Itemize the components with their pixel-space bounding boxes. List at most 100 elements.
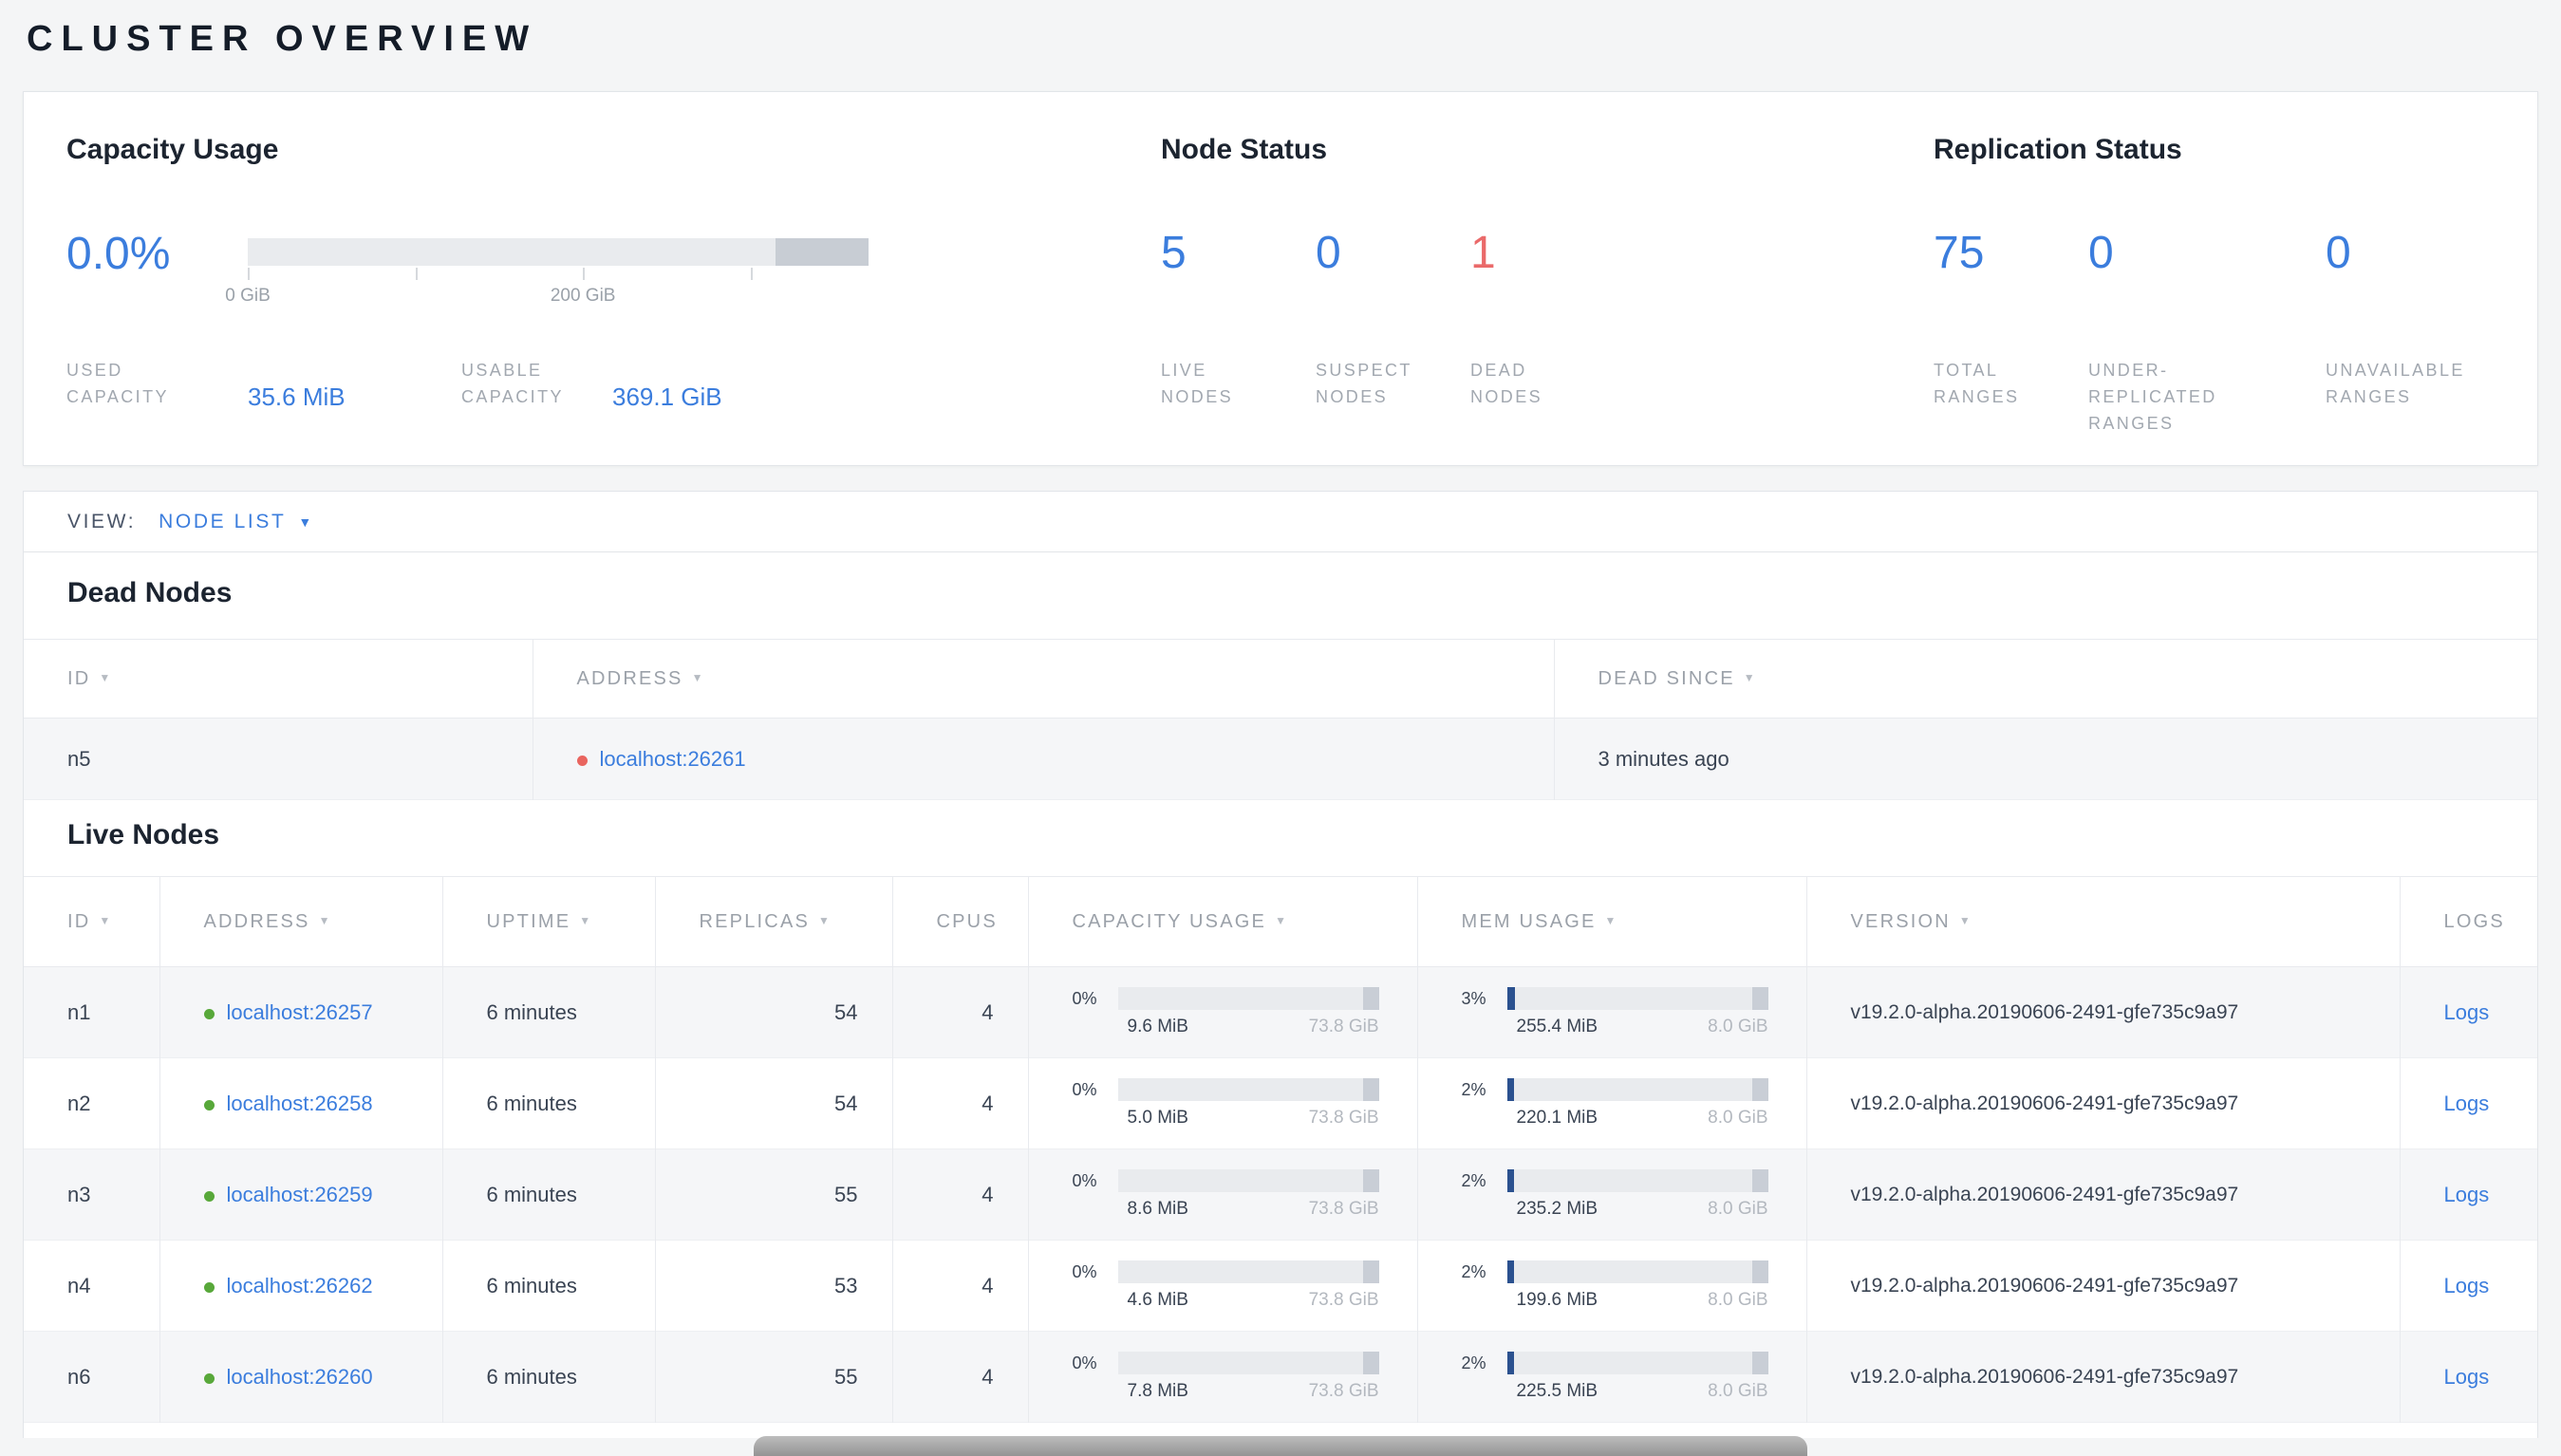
node-address-link[interactable]: localhost:26259 [227, 1183, 373, 1206]
capacity-total-value: 73.8 GiB [1308, 1108, 1379, 1128]
column-header-uptime[interactable]: UPTIME ▼ [441, 876, 655, 967]
dead-since-cell: 3 minutes ago [1553, 718, 2537, 800]
capacity-percent-label: 0% [1072, 1079, 1097, 1099]
nodes-table-card: VIEW: NODE LIST ▼ Dead Nodes ID ▼ ADDRESS… [23, 491, 2538, 1438]
capacity-gauge-track [248, 238, 869, 266]
node-status-heading: Node Status [1161, 134, 1328, 165]
column-header-id[interactable]: ID ▼ [24, 876, 159, 967]
live-status-dot-icon [203, 1099, 215, 1111]
dead-nodes-stat: 1 DEAD NODES [1470, 230, 1625, 410]
dead-nodes-label: DEAD NODES [1470, 361, 1543, 406]
total-ranges-count: 75 [1934, 228, 1985, 278]
logs-link[interactable]: Logs [2444, 1183, 2490, 1206]
logs-link[interactable]: Logs [2444, 1000, 2490, 1024]
column-header-address[interactable]: ADDRESS ▼ [532, 639, 1554, 719]
column-header-mem-usage[interactable]: MEM USAGE ▼ [1416, 876, 1806, 967]
live-nodes-count: 5 [1161, 228, 1187, 278]
mem-bar-fill [1506, 1169, 1514, 1192]
capacity-total-value: 73.8 GiB [1308, 1017, 1379, 1036]
node-replicas-cell: 55 [654, 1148, 892, 1241]
node-address-link[interactable]: localhost:26257 [227, 1000, 373, 1024]
mem-bar-endcap [1751, 1260, 1768, 1283]
view-bar: VIEW: NODE LIST ▼ [24, 492, 2537, 552]
node-address-link[interactable]: localhost:26262 [227, 1274, 373, 1297]
node-capacity-cell: 0% 8.6 MiB 73.8 GiB [1027, 1148, 1417, 1241]
mem-usage-bar: 2% 220.1 MiB 8.0 GiB [1462, 1078, 1806, 1129]
bottom-dock-hint [754, 1436, 1807, 1456]
column-header-replicas[interactable]: REPLICAS ▼ [654, 876, 892, 967]
dead-nodes-table: ID ▼ ADDRESS ▼ DEAD SINCE ▼ n5 localhost:26… [24, 639, 2537, 800]
suspect-nodes-label: SUSPECT NODES [1316, 361, 1412, 406]
live-node-row: n1 localhost:26257 6 minutes 54 4 0% 9.6… [24, 966, 2537, 1058]
usable-capacity-value: 369.1 GiB [612, 383, 722, 411]
node-address-link[interactable]: localhost:26258 [227, 1092, 373, 1115]
gauge-tick [583, 268, 586, 280]
column-header-label: LOGS [2443, 910, 2505, 932]
mem-bar-fill [1506, 1352, 1514, 1374]
column-header-label: CPUS [936, 910, 998, 932]
capacity-percent-label: 0% [1072, 1261, 1097, 1281]
column-header-version[interactable]: VERSION ▼ [1805, 876, 2400, 967]
node-replicas-cell: 53 [654, 1240, 892, 1332]
suspect-nodes-count: 0 [1316, 228, 1341, 278]
column-header-dead-since[interactable]: DEAD SINCE ▼ [1553, 639, 2537, 719]
logs-link[interactable]: Logs [2444, 1365, 2490, 1389]
mem-bar-track [1506, 1352, 1768, 1374]
column-header-logs: LOGS [2399, 876, 2537, 967]
column-header-cpus: CPUS [891, 876, 1028, 967]
column-header-capacity-usage[interactable]: CAPACITY USAGE ▼ [1027, 876, 1417, 967]
capacity-usage-section: Capacity Usage 0.0% 0 GiB 200 GiB USED C… [66, 134, 1120, 411]
node-replicas-cell: 54 [654, 1057, 892, 1149]
node-mem-cell: 2% 225.5 MiB 8.0 GiB [1416, 1331, 1806, 1423]
logs-link[interactable]: Logs [2444, 1274, 2490, 1297]
mem-percent-label: 2% [1461, 1079, 1486, 1099]
column-header-label: REPLICAS [699, 910, 811, 932]
capacity-total-value: 73.8 GiB [1308, 1290, 1379, 1310]
column-header-label: CAPACITY USAGE [1072, 910, 1267, 932]
suspect-nodes-stat: 0 SUSPECT NODES [1316, 230, 1470, 410]
mem-bar-track [1506, 987, 1768, 1010]
total-ranges-stat: 75 TOTAL RANGES [1934, 230, 2088, 437]
dead-status-dot-icon [576, 755, 588, 766]
under-replicated-label: UNDER-REPLICATED RANGES [2088, 361, 2217, 433]
unavailable-ranges-label: UNAVAILABLE RANGES [2326, 361, 2465, 406]
mem-total-value: 8.0 GiB [1708, 1381, 1768, 1401]
column-header-label: ADDRESS [203, 910, 310, 932]
capacity-usage-bar: 0% 9.6 MiB 73.8 GiB [1073, 987, 1417, 1037]
logs-link[interactable]: Logs [2444, 1092, 2490, 1115]
live-node-row: n6 localhost:26260 6 minutes 55 4 0% 7.8… [24, 1331, 2537, 1423]
mem-used-value: 220.1 MiB [1516, 1108, 1598, 1128]
dead-nodes-count: 1 [1470, 228, 1496, 278]
column-header-label: ID [67, 910, 91, 932]
node-address-link[interactable]: localhost:26261 [600, 747, 746, 771]
replication-status-heading: Replication Status [1934, 134, 2182, 165]
sort-desc-icon: ▼ [818, 913, 832, 927]
column-header-address[interactable]: ADDRESS ▼ [159, 876, 442, 967]
cluster-summary-card: Capacity Usage 0.0% 0 GiB 200 GiB USED C… [23, 91, 2538, 466]
capacity-usage-heading: Capacity Usage [66, 134, 279, 165]
node-address-link[interactable]: localhost:26260 [227, 1365, 373, 1389]
capacity-gauge-row: 0.0% 0 GiB 200 GiB [66, 230, 1120, 306]
gauge-tick [248, 268, 250, 280]
node-address-cell: localhost:26262 [159, 1240, 442, 1332]
node-mem-cell: 3% 255.4 MiB 8.0 GiB [1416, 966, 1806, 1058]
mem-percent-label: 2% [1461, 1170, 1486, 1190]
column-header-id[interactable]: ID ▼ [24, 639, 533, 719]
node-address-cell: localhost:26260 [159, 1331, 442, 1423]
view-selected-value: NODE LIST [159, 510, 287, 532]
chevron-down-icon: ▼ [298, 513, 314, 530]
capacity-bar-endcap [1362, 1169, 1379, 1192]
node-status-stats: 5 LIVE NODES 0 SUSPECT NODES 1 DEAD NODE… [1161, 230, 1882, 410]
mem-percent-label: 2% [1461, 1353, 1486, 1372]
node-cpus-cell: 4 [891, 1331, 1028, 1423]
mem-usage-bar: 3% 255.4 MiB 8.0 GiB [1462, 987, 1806, 1037]
live-table-header-row: ID ▼ ADDRESS ▼ UPTIME ▼ REPLICAS ▼ CPUS CAPA… [24, 876, 2537, 967]
column-header-label: VERSION [1850, 910, 1951, 932]
view-selector[interactable]: NODE LIST ▼ [159, 511, 314, 533]
node-status-section: Node Status 5 LIVE NODES 0 SUSPECT NODES… [1161, 134, 1882, 410]
node-id-cell: n2 [67, 1091, 91, 1115]
mem-usage-bar: 2% 225.5 MiB 8.0 GiB [1462, 1352, 1806, 1402]
mem-used-value: 255.4 MiB [1516, 1017, 1598, 1036]
node-uptime-cell: 6 minutes [441, 1148, 655, 1241]
mem-total-value: 8.0 GiB [1708, 1017, 1768, 1036]
